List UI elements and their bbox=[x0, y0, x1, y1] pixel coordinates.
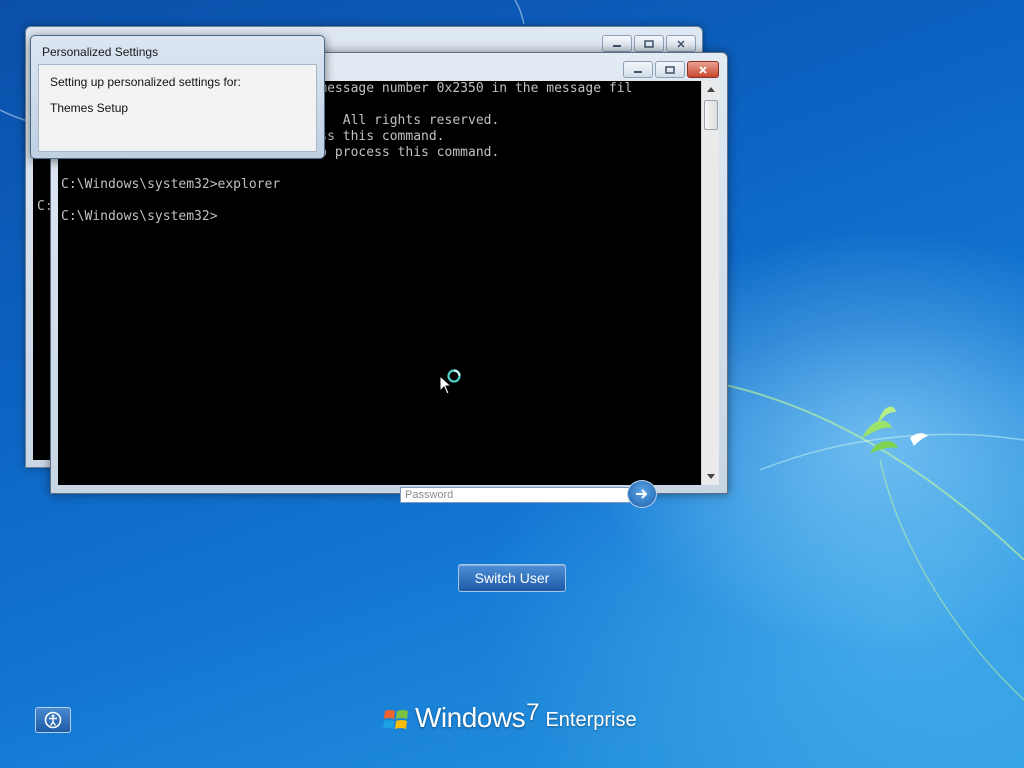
ease-of-access-button[interactable] bbox=[35, 707, 71, 733]
scroll-down-button[interactable] bbox=[702, 468, 719, 485]
ease-of-access-icon bbox=[44, 711, 62, 729]
close-icon bbox=[677, 39, 685, 48]
dialog-status: Themes Setup bbox=[50, 101, 129, 115]
minimize-icon bbox=[634, 70, 642, 73]
submit-arrow-button[interactable] bbox=[627, 480, 657, 508]
minimize-button[interactable] bbox=[602, 35, 632, 52]
dialog-title: Personalized Settings bbox=[42, 45, 159, 59]
console-line bbox=[58, 193, 701, 209]
close-icon bbox=[699, 65, 707, 74]
minimize-icon bbox=[613, 44, 621, 47]
close-button[interactable] bbox=[666, 35, 696, 52]
window-controls bbox=[623, 61, 719, 78]
brand-name: Windows bbox=[415, 702, 526, 733]
close-button[interactable] bbox=[687, 61, 719, 78]
vertical-scrollbar[interactable] bbox=[701, 81, 719, 485]
password-input[interactable]: Password bbox=[400, 487, 630, 503]
brand-version: 7 bbox=[526, 699, 540, 726]
switch-user-button[interactable]: Switch User bbox=[458, 564, 566, 592]
dialog-body: Setting up personalized settings for: Th… bbox=[38, 64, 317, 152]
scroll-up-button[interactable] bbox=[702, 81, 719, 98]
brand-edition: Enterprise bbox=[545, 709, 637, 731]
maximize-button[interactable] bbox=[655, 61, 685, 78]
mouse-pointer-icon bbox=[439, 375, 453, 395]
maximize-icon bbox=[665, 65, 675, 74]
windows-logo-icon bbox=[383, 710, 408, 729]
scroll-thumb[interactable] bbox=[704, 100, 718, 130]
maximize-icon bbox=[644, 39, 654, 48]
arrow-up-icon bbox=[706, 87, 715, 92]
arrow-down-icon bbox=[706, 474, 715, 479]
wallpaper-bird-icon bbox=[862, 406, 928, 453]
arrow-right-icon bbox=[636, 489, 648, 499]
console-line: C:\Windows\system32> bbox=[61, 209, 218, 224]
windows-branding: Windows 7 Enterprise bbox=[383, 699, 637, 733]
window-controls bbox=[602, 35, 696, 52]
console-line bbox=[58, 161, 701, 177]
dialog-message: Setting up personalized settings for: bbox=[50, 75, 241, 89]
maximize-button[interactable] bbox=[634, 35, 664, 52]
console-line: C:\Windows\system32>explorer bbox=[61, 177, 281, 192]
minimize-button[interactable] bbox=[623, 61, 653, 78]
personalized-settings-dialog[interactable]: Personalized Settings Setting up persona… bbox=[30, 35, 325, 159]
